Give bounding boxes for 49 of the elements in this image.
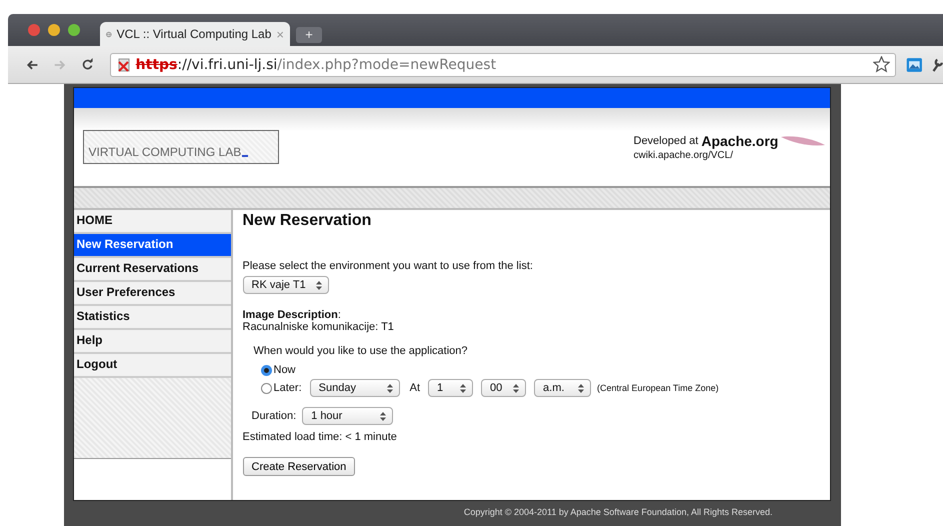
description-label: Image Description bbox=[242, 309, 338, 321]
back-icon[interactable] bbox=[26, 58, 38, 72]
developed-at-text: Developed at bbox=[634, 135, 698, 147]
logo: VIRTUAL COMPUTING LAB bbox=[82, 130, 278, 164]
reload-icon[interactable] bbox=[82, 57, 94, 72]
sidebar-item[interactable]: Current Reservations bbox=[74, 258, 230, 282]
radio-button[interactable] bbox=[260, 364, 272, 376]
minute-select[interactable]: 00 bbox=[481, 379, 526, 397]
browser-tab[interactable]: VCL :: Virtual Computing Lab × bbox=[100, 22, 290, 46]
option-label: Now bbox=[274, 364, 296, 376]
updown-arrows-icon bbox=[380, 412, 386, 420]
sidebar-item[interactable]: Statistics bbox=[74, 306, 230, 330]
sidebar-item[interactable]: Logout bbox=[74, 354, 230, 378]
ampm-select[interactable]: a.m. bbox=[534, 379, 592, 397]
load-time-text: Estimated load time: < 1 minute bbox=[242, 431, 398, 443]
prompt-text: Please select the environment you want to use from the list: bbox=[242, 260, 534, 272]
broken-lock-icon bbox=[116, 56, 132, 72]
address-bar[interactable]: https://vi.fri.uni-lj.si/index.php?mode=newRequest bbox=[110, 52, 896, 76]
create-reservation-button[interactable]: Create Reservation bbox=[242, 457, 356, 476]
sidebar-item[interactable]: New Reservation bbox=[74, 234, 230, 258]
updown-arrows-icon bbox=[513, 384, 520, 392]
updown-arrows-icon bbox=[386, 384, 393, 392]
wiki-link[interactable]: cwiki.apache.org/VCL/ bbox=[634, 150, 733, 161]
sidebar-item[interactable]: Help bbox=[74, 330, 230, 354]
sidebar-item[interactable]: HOME bbox=[74, 210, 230, 234]
duration-label: Duration: bbox=[252, 410, 296, 422]
at-label: At bbox=[410, 382, 420, 394]
star-icon[interactable] bbox=[872, 56, 890, 73]
timezone-text: (Central European Time Zone) bbox=[597, 383, 719, 393]
environment-select[interactable]: RK vaje T1 bbox=[242, 276, 329, 294]
sidebar-item[interactable]: User Preferences bbox=[74, 282, 230, 306]
new-tab-button[interactable]: + bbox=[296, 27, 322, 43]
day-select[interactable]: Sunday bbox=[310, 379, 400, 397]
minimize-window-icon[interactable] bbox=[48, 24, 60, 36]
duration-select[interactable]: 1 hour bbox=[302, 407, 394, 425]
when-question: When would you like to use the application? bbox=[254, 345, 469, 357]
description-colon: : bbox=[338, 309, 341, 321]
copyright-text: Copyright © 2004-2011 by Apache Software Foundation, All Rights Reserved. bbox=[464, 507, 772, 517]
updown-arrows-icon bbox=[578, 384, 584, 392]
option-label: Later: bbox=[274, 382, 302, 394]
page-title: New Reservation bbox=[242, 212, 372, 230]
url-text: https://vi.fri.uni-lj.si/index.php?mode=newRequest bbox=[136, 56, 498, 72]
updown-arrows-icon bbox=[316, 280, 322, 290]
apache-link[interactable]: Apache.org bbox=[701, 133, 778, 149]
updown-arrows-icon bbox=[460, 384, 466, 392]
image-description: Racunalniske komunikacije: T1 bbox=[242, 321, 395, 333]
hour-select[interactable]: 1 bbox=[428, 379, 474, 397]
zoom-window-icon[interactable] bbox=[68, 24, 80, 36]
radio-button[interactable] bbox=[260, 382, 272, 394]
